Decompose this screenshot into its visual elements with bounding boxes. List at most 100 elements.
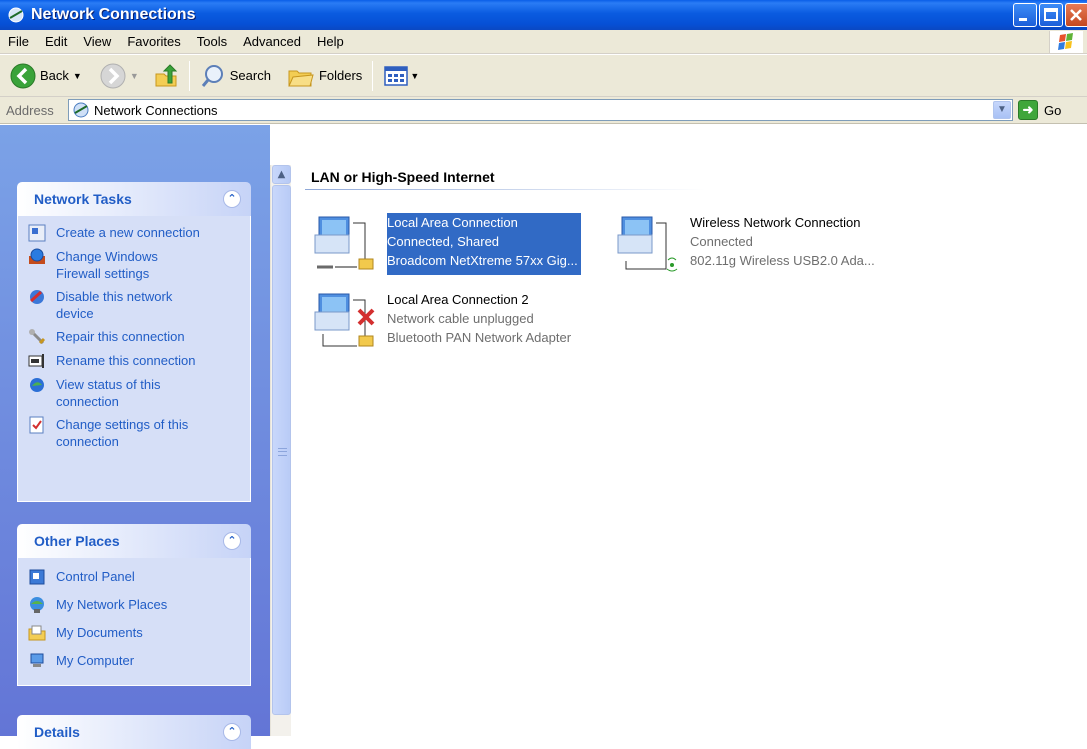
views-dropdown-icon[interactable]: ▼ bbox=[410, 71, 419, 81]
place-label: Control Panel bbox=[56, 569, 135, 584]
menu-edit[interactable]: Edit bbox=[37, 30, 75, 54]
search-label: Search bbox=[229, 68, 271, 83]
place-my-computer[interactable]: My Computer bbox=[28, 652, 242, 670]
connection-device: Broadcom NetXtreme 57xx Gig... bbox=[387, 253, 578, 268]
lan-unplugged-icon bbox=[314, 293, 375, 347]
task-change-firewall-settings[interactable]: Change Windows Firewall settings bbox=[28, 248, 242, 282]
menu-advanced[interactable]: Advanced bbox=[235, 30, 309, 54]
status-icon bbox=[30, 378, 44, 392]
computer-icon bbox=[30, 653, 44, 667]
scroll-thumb[interactable] bbox=[272, 185, 291, 715]
connection-wireless[interactable]: Wireless Network Connection Connected 80… bbox=[616, 213, 875, 275]
repair-icon bbox=[29, 329, 46, 345]
back-arrow-icon bbox=[10, 63, 36, 88]
task-label: Change Windows Firewall settings bbox=[56, 249, 158, 281]
network-connections-app-icon bbox=[8, 7, 24, 23]
task-disable-network-device[interactable]: Disable this network device bbox=[28, 288, 242, 322]
up-folder-button[interactable] bbox=[149, 59, 183, 93]
folders-icon bbox=[288, 70, 314, 86]
collapse-chevron-icon[interactable]: ⌃ bbox=[223, 723, 241, 741]
address-dropdown-icon[interactable]: ▼ bbox=[993, 101, 1011, 119]
menu-file[interactable]: File bbox=[0, 30, 37, 54]
task-view-status[interactable]: View status of this connection bbox=[28, 376, 242, 410]
forward-dropdown-icon[interactable]: ▼ bbox=[130, 71, 139, 81]
new-connection-icon bbox=[28, 224, 46, 242]
other-places-header[interactable]: Other Places ⌃ bbox=[17, 524, 251, 558]
task-create-new-connection[interactable]: Create a new connection bbox=[28, 224, 242, 242]
forward-arrow-icon bbox=[100, 63, 126, 88]
folders-button[interactable]: Folders bbox=[283, 59, 366, 93]
go-arrow-icon: ➜ bbox=[1018, 100, 1038, 120]
connection-status: Network cable unplugged bbox=[387, 311, 534, 326]
network-tasks-body: Create a new connection Change Windows F… bbox=[17, 216, 251, 502]
documents-icon bbox=[28, 625, 46, 641]
back-button[interactable]: Back ▼ bbox=[6, 59, 86, 93]
network-tasks-panel: Network Tasks ⌃ Create a new connection … bbox=[17, 182, 251, 502]
other-places-title: Other Places bbox=[34, 533, 120, 549]
go-label: Go bbox=[1044, 102, 1062, 118]
task-pane-scrollbar[interactable]: ▲ bbox=[270, 165, 291, 736]
search-button[interactable]: Search bbox=[196, 59, 275, 93]
address-input[interactable]: Network Connections ▼ bbox=[68, 99, 1013, 121]
task-label: Change settings of this connection bbox=[56, 417, 189, 449]
collapse-chevron-icon[interactable]: ⌃ bbox=[223, 190, 241, 208]
task-repair-connection[interactable]: Repair this connection bbox=[28, 328, 242, 346]
connection-text: Local Area Connection 2 Network cable un… bbox=[387, 290, 571, 352]
windows-logo-icon bbox=[1049, 31, 1083, 53]
back-dropdown-icon[interactable]: ▼ bbox=[73, 71, 82, 81]
close-icon bbox=[1070, 9, 1082, 21]
connection-device: Bluetooth PAN Network Adapter bbox=[387, 330, 572, 345]
minimize-icon bbox=[1019, 18, 1027, 21]
close-button[interactable] bbox=[1065, 3, 1087, 27]
up-folder-icon bbox=[155, 63, 177, 86]
task-pane: Network Tasks ⌃ Create a new connection … bbox=[0, 125, 270, 749]
network-places-icon bbox=[30, 597, 44, 613]
title-bar: Network Connections bbox=[0, 0, 1087, 30]
task-label: Disable this network device bbox=[56, 289, 173, 321]
connection-device: 802.11g Wireless USB2.0 Ada... bbox=[690, 253, 875, 268]
details-header[interactable]: Details ⌃ bbox=[17, 715, 251, 749]
connection-local-area[interactable]: Local Area Connection Connected, Shared … bbox=[313, 213, 581, 275]
connections-view: LAN or High-Speed Internet Local Area Co… bbox=[291, 125, 1087, 736]
task-label: Repair this connection bbox=[56, 329, 185, 344]
connection-text: Local Area Connection Connected, Shared … bbox=[387, 213, 581, 275]
collapse-chevron-icon[interactable]: ⌃ bbox=[223, 532, 241, 550]
connection-text: Wireless Network Connection Connected 80… bbox=[690, 213, 875, 275]
toolbar-separator bbox=[188, 60, 190, 91]
task-label: View status of this connection bbox=[56, 377, 161, 409]
wireless-connection-icon bbox=[617, 216, 678, 272]
views-icon bbox=[384, 65, 409, 86]
task-rename-connection[interactable]: Rename this connection bbox=[28, 352, 242, 370]
maximize-button[interactable] bbox=[1039, 3, 1063, 27]
network-tasks-title: Network Tasks bbox=[34, 191, 132, 207]
group-header: LAN or High-Speed Internet bbox=[311, 169, 495, 185]
connection-status: Connected, Shared bbox=[387, 234, 500, 249]
forward-button[interactable]: ▼ bbox=[96, 59, 143, 93]
menu-favorites[interactable]: Favorites bbox=[119, 30, 188, 54]
minimize-button[interactable] bbox=[1013, 3, 1037, 27]
menu-tools[interactable]: Tools bbox=[189, 30, 235, 54]
place-label: My Computer bbox=[56, 653, 135, 668]
task-change-settings[interactable]: Change settings of this connection bbox=[28, 416, 242, 450]
connection-name: Local Area Connection bbox=[387, 215, 518, 230]
folders-label: Folders bbox=[318, 68, 363, 83]
menu-help[interactable]: Help bbox=[309, 30, 352, 54]
place-my-network-places[interactable]: My Network Places bbox=[28, 596, 242, 614]
rename-icon bbox=[28, 354, 44, 368]
connection-local-area-2[interactable]: Local Area Connection 2 Network cable un… bbox=[313, 290, 571, 352]
lan-connection-icon bbox=[314, 216, 374, 270]
connection-name: Local Area Connection 2 bbox=[387, 292, 529, 307]
address-value: Network Connections bbox=[94, 102, 218, 118]
place-my-documents[interactable]: My Documents bbox=[28, 624, 242, 642]
menu-view[interactable]: View bbox=[75, 30, 119, 54]
place-label: My Network Places bbox=[56, 597, 168, 612]
place-control-panel[interactable]: Control Panel bbox=[28, 568, 242, 586]
menu-bar: File Edit View Favorites Tools Advanced … bbox=[0, 30, 1087, 54]
scroll-up-icon[interactable]: ▲ bbox=[272, 165, 291, 184]
go-button[interactable]: ➜ Go bbox=[1018, 100, 1061, 120]
task-label: Rename this connection bbox=[56, 353, 196, 368]
views-button[interactable]: ▼ bbox=[379, 59, 423, 93]
other-places-panel: Other Places ⌃ Control Panel My Network … bbox=[17, 524, 251, 686]
network-tasks-header[interactable]: Network Tasks ⌃ bbox=[17, 182, 251, 216]
connection-name: Wireless Network Connection bbox=[690, 215, 861, 230]
